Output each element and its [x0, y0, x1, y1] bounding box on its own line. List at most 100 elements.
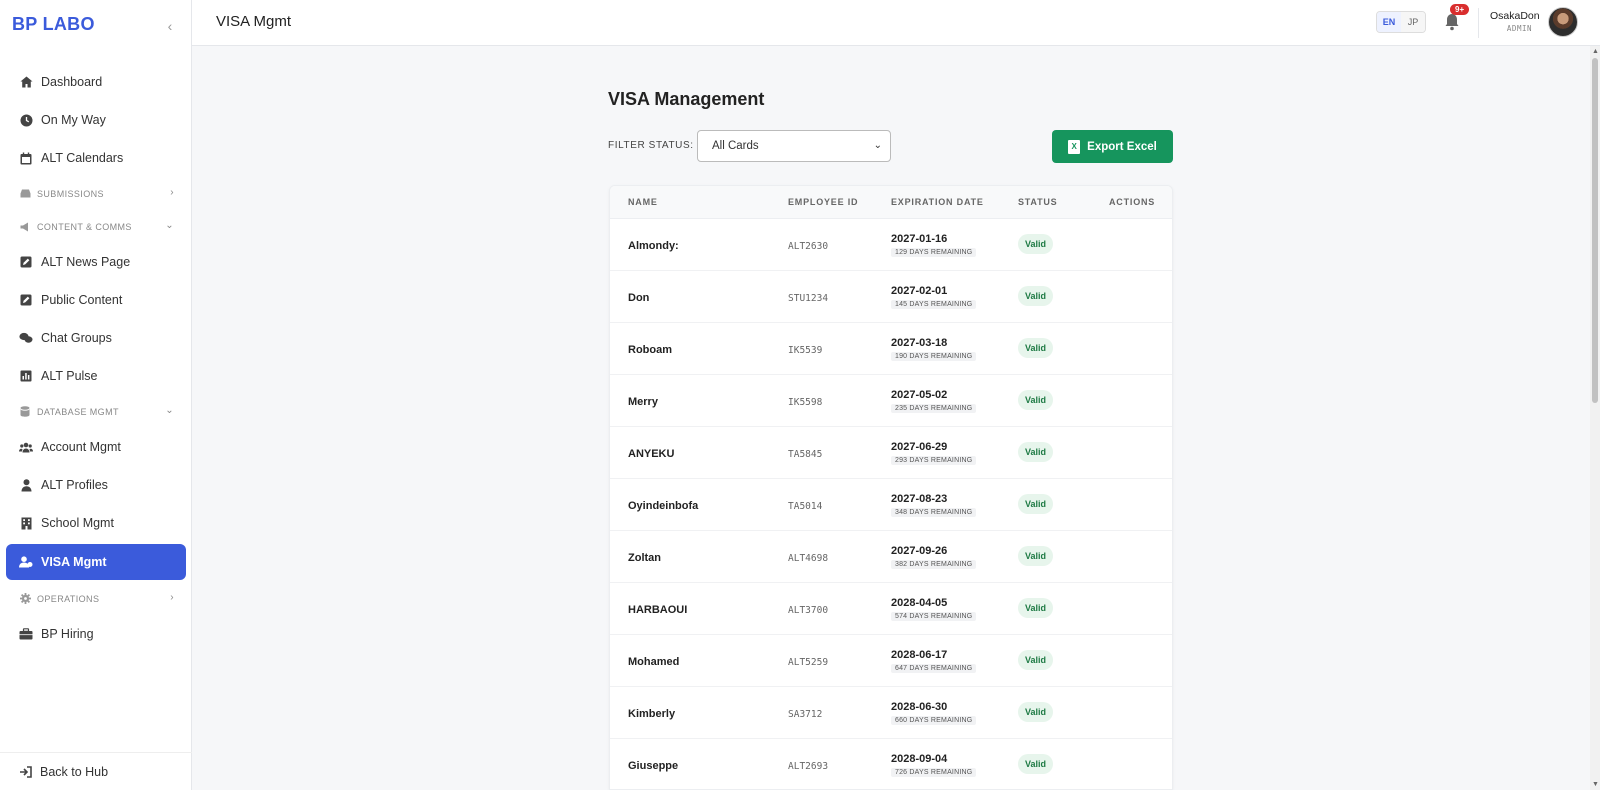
days-remaining: 293 DAYS REMAINING: [891, 456, 977, 465]
table-row[interactable]: Mohamed ALT5259 2028-06-17 647 DAYS REMAINI…: [610, 635, 1172, 687]
sidebar-item-label: ALT News Page: [41, 255, 131, 269]
brand-logo[interactable]: BP LABO: [12, 14, 95, 35]
sidebar-section-label: SUBMISSIONS: [37, 188, 104, 199]
status-badge: Valid: [1018, 338, 1054, 358]
lang-jp-button[interactable]: JP: [1401, 12, 1425, 32]
expiration-date: 2028-04-05: [891, 597, 948, 609]
page-scrollbar[interactable]: ▲ ▼: [1590, 46, 1600, 790]
gear-icon: [19, 593, 31, 605]
export-excel-button[interactable]: X Export Excel: [1052, 130, 1173, 163]
sign-in-icon: [19, 765, 33, 779]
status-badge: Valid: [1018, 702, 1054, 722]
expiration-date: 2027-02-01: [891, 285, 948, 297]
sidebar-section-database-mgmt[interactable]: DATABASE MGMT ⌄: [6, 395, 186, 428]
employee-id: ALT2630: [788, 241, 829, 252]
status-badge: Valid: [1018, 546, 1054, 566]
employee-id: ALT5259: [788, 657, 829, 668]
chat-icon: [19, 331, 33, 345]
days-remaining: 647 DAYS REMAINING: [891, 664, 977, 673]
table-row[interactable]: Giuseppe ALT2693 2028-09-04 726 DAYS REMAIN…: [610, 739, 1172, 789]
sidebar-section-content-comms[interactable]: CONTENT & COMMS ⌄: [6, 210, 186, 243]
language-toggle: EN JP: [1376, 11, 1426, 33]
excel-file-icon: X: [1068, 139, 1081, 154]
lang-en-button[interactable]: EN: [1377, 12, 1401, 32]
sidebar-item-school-mgmt[interactable]: School Mgmt: [6, 504, 186, 542]
sidebar-item-alt-pulse[interactable]: ALT Pulse: [6, 357, 186, 395]
sidebar-item-alt-calendars[interactable]: ALT Calendars: [6, 139, 186, 177]
column-header-status[interactable]: STATUS: [1018, 197, 1057, 207]
table-row[interactable]: Don STU1234 2027-02-01 145 DAYS REMAINING Va…: [610, 271, 1172, 323]
sidebar-item-label: ALT Calendars: [41, 151, 124, 165]
table-row[interactable]: HARBAOUI ALT3700 2028-04-05 574 DAYS REMAIN…: [610, 583, 1172, 635]
scroll-down-arrow-icon[interactable]: ▼: [1592, 781, 1599, 788]
filter-status-value: All Cards: [712, 140, 759, 152]
table-header: NAME EMPLOYEE ID EXPIRATION DATE STATUS …: [610, 186, 1172, 219]
sidebar-item-visa-mgmt[interactable]: VISA Mgmt: [6, 544, 186, 580]
sidebar-item-dashboard[interactable]: Dashboard: [6, 63, 186, 101]
edit-icon: [19, 255, 33, 269]
scroll-up-arrow-icon[interactable]: ▲: [1592, 48, 1599, 55]
sidebar-item-label: School Mgmt: [41, 516, 114, 530]
sidebar-section-operations[interactable]: OPERATIONS ›: [6, 582, 186, 615]
expiration-date: 2028-09-04: [891, 753, 948, 765]
status-badge: Valid: [1018, 494, 1054, 514]
user-icon: [19, 478, 33, 492]
users-icon: [19, 440, 33, 454]
header-divider: [1478, 8, 1479, 38]
chevron-left-icon[interactable]: ‹: [160, 16, 180, 36]
sidebar-item-account-mgmt[interactable]: Account Mgmt: [6, 428, 186, 466]
employee-name: Giuseppe: [628, 760, 679, 772]
sidebar-item-bp-hiring[interactable]: BP Hiring: [6, 615, 186, 653]
expiration-date: 2027-06-29: [891, 441, 948, 453]
sidebar-item-alt-profiles[interactable]: ALT Profiles: [6, 466, 186, 504]
days-remaining: 660 DAYS REMAINING: [891, 716, 977, 725]
home-icon: [19, 75, 33, 89]
days-remaining: 574 DAYS REMAINING: [891, 612, 977, 621]
sidebar-item-alt-news-page[interactable]: ALT News Page: [6, 243, 186, 281]
employee-name: Mohamed: [628, 656, 680, 668]
sidebar-item-on-my-way[interactable]: On My Way: [6, 101, 186, 139]
user-name[interactable]: OsakaDon: [1490, 10, 1540, 22]
building-icon: [19, 516, 33, 530]
chevron-down-icon: ⌄: [165, 220, 174, 231]
table-row[interactable]: Merry IK5598 2027-05-02 235 DAYS REMAINING V…: [610, 375, 1172, 427]
table-row[interactable]: Roboam IK5539 2027-03-18 190 DAYS REMAINING…: [610, 323, 1172, 375]
main-title: VISA Management: [608, 89, 765, 109]
calendar-icon: [19, 151, 33, 165]
table-row[interactable]: Zoltan ALT4698 2027-09-26 382 DAYS REMAININ…: [610, 531, 1172, 583]
scroll-thumb[interactable]: [1592, 58, 1598, 403]
filter-status-select[interactable]: All Cards ⌄: [697, 130, 891, 162]
page-title: VISA Mgmt: [216, 13, 292, 30]
column-header-name[interactable]: NAME: [628, 197, 658, 207]
expiration-date: 2027-05-02: [891, 389, 948, 401]
sidebar-item-public-content[interactable]: Public Content: [6, 281, 186, 319]
table-row[interactable]: Almondy: ALT2630 2027-01-16 129 DAYS REMAIN…: [610, 219, 1172, 271]
status-badge: Valid: [1018, 598, 1054, 618]
export-excel-label: Export Excel: [1087, 140, 1157, 153]
column-header-actions: ACTIONS: [1109, 197, 1156, 207]
days-remaining: 382 DAYS REMAINING: [891, 560, 977, 569]
employee-name: Merry: [628, 396, 658, 408]
table-row[interactable]: Kimberly SA3712 2028-06-30 660 DAYS REMAINI…: [610, 687, 1172, 739]
bell-icon[interactable]: [1444, 13, 1462, 33]
sidebar-item-label: Public Content: [41, 293, 123, 307]
avatar[interactable]: [1548, 7, 1578, 37]
sidebar-item-chat-groups[interactable]: Chat Groups: [6, 319, 186, 357]
sidebar-item-label: Chat Groups: [41, 331, 112, 345]
employee-name: Almondy:: [628, 240, 679, 252]
back-to-hub-link[interactable]: Back to Hub: [0, 752, 192, 790]
column-header-expiration-date[interactable]: EXPIRATION DATE: [891, 197, 984, 207]
days-remaining: 235 DAYS REMAINING: [891, 404, 977, 413]
table-row[interactable]: ANYEKU TA5845 2027-06-29 293 DAYS REMAINING…: [610, 427, 1172, 479]
chevron-down-icon: ⌄: [873, 140, 882, 151]
sidebar-section-submissions[interactable]: SUBMISSIONS ›: [6, 177, 186, 210]
table-row[interactable]: Oyindeinbofa TA5014 2027-08-23 348 DAYS REM…: [610, 479, 1172, 531]
column-header-employee-id[interactable]: EMPLOYEE ID: [788, 197, 858, 207]
chevron-right-icon: ›: [170, 592, 174, 603]
employee-name: Oyindeinbofa: [628, 500, 699, 512]
status-badge: Valid: [1018, 650, 1054, 670]
inbox-icon: [19, 188, 31, 200]
employee-id: SA3712: [788, 709, 823, 720]
employee-name: ANYEKU: [628, 448, 675, 460]
employee-id: STU1234: [788, 293, 829, 304]
